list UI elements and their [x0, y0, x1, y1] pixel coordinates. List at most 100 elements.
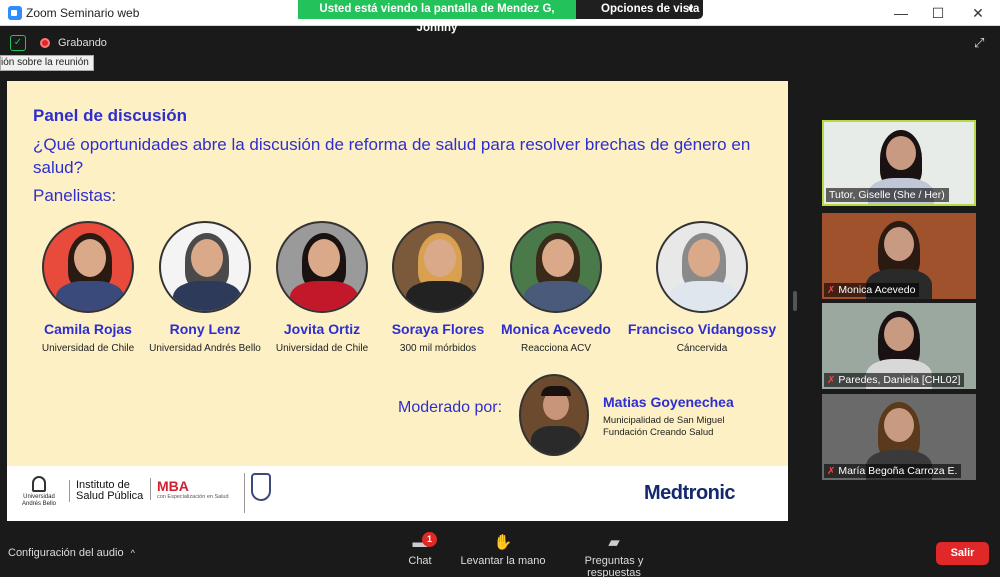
- mic-muted-icon: ✗: [827, 375, 836, 386]
- chat-unread-badge: 1: [422, 532, 437, 547]
- chevron-up-icon: ^: [130, 548, 135, 558]
- raise-hand-button[interactable]: ✋ Levantar la mano: [460, 534, 546, 567]
- mba-logo-text: MBA: [157, 478, 189, 494]
- qa-label: Preguntas y respuestas: [584, 555, 644, 577]
- panelist-card: Francisco Vidangossy Cáncervida: [622, 221, 782, 354]
- participant-name: Tutor, Giselle (She / Her): [829, 189, 945, 201]
- window-title: Zoom Seminario web: [26, 6, 140, 20]
- fullscreen-icon[interactable]: ⤢: [974, 36, 988, 50]
- panelist-name: Monica Acevedo: [501, 321, 611, 337]
- hand-icon: ✋: [493, 534, 513, 551]
- screen-share-banner: Usted está viendo la pantalla de Mendez …: [298, 0, 576, 34]
- audio-settings-button[interactable]: Configuración del audio ^: [8, 547, 135, 559]
- panelist-card: Rony Lenz Universidad Andrés Bello: [140, 221, 270, 354]
- view-options-button[interactable]: Opciones de vista ▼: [576, 0, 703, 19]
- participant-name-tag: Tutor, Giselle (She / Her): [826, 188, 949, 202]
- panelist-org: Universidad de Chile: [275, 343, 369, 354]
- panelist-org: Universidad Andrés Bello: [149, 343, 261, 354]
- recording-icon: [40, 38, 50, 48]
- panelist-photo: [42, 221, 134, 313]
- panelist-photo: [159, 221, 251, 313]
- moderator-photo: [519, 374, 589, 456]
- audio-settings-label: Configuración del audio: [8, 547, 124, 559]
- panelist-body: [56, 281, 124, 311]
- panelist-body: [406, 281, 474, 311]
- panelist-name: Francisco Vidangossy: [627, 321, 777, 337]
- zoom-logo-icon: [8, 6, 22, 20]
- moderator-label: Moderado por:: [398, 399, 503, 416]
- participant-name-tag: ✗ María Begoña Carroza E.: [824, 464, 962, 478]
- mba-logo: MBA con Especialización en Salud: [150, 478, 229, 500]
- qa-button[interactable]: ▰ Preguntas y respuestas: [557, 534, 671, 577]
- maximize-button[interactable]: ☐: [920, 2, 956, 24]
- raise-hand-label: Levantar la mano: [460, 555, 546, 567]
- unab-logo-line2: Andrés Bello: [21, 501, 57, 507]
- participant-name: Paredes, Daniela [CHL02]: [838, 374, 961, 386]
- panelist-org: Reacciona ACV: [520, 343, 592, 354]
- participant-name-tag: ✗ Monica Acevedo: [824, 283, 920, 297]
- unab-logo: Universidad Andrés Bello: [21, 476, 57, 508]
- security-shield-icon[interactable]: ✓: [10, 35, 26, 51]
- panelist-body: [290, 281, 358, 311]
- panelist-name: Rony Lenz: [169, 321, 241, 337]
- participant-face: [884, 317, 914, 351]
- panelist-photo: [510, 221, 602, 313]
- meeting-toolbar: Configuración del audio ^ ▬ Chat ✋ Levan…: [0, 526, 1000, 577]
- mic-muted-icon: ✗: [827, 466, 836, 477]
- panelist-body: [173, 281, 241, 311]
- panelist-card: Camila Rojas Universidad de Chile: [23, 221, 153, 354]
- participant-video-tile[interactable]: Tutor, Giselle (She / Her): [822, 120, 976, 206]
- crest-icon: [251, 473, 271, 501]
- isp-logo: Instituto de Salud Pública: [69, 480, 143, 502]
- moderator-org: Municipalidad de San Miguel Fundación Cr…: [603, 415, 724, 439]
- panelist-face: [191, 239, 223, 277]
- panelist-name: Camila Rojas: [44, 321, 132, 337]
- panelist-face: [424, 239, 456, 277]
- participant-video-tile[interactable]: ✗ Paredes, Daniela [CHL02]: [822, 303, 976, 389]
- qa-bubbles-icon: ▰: [608, 534, 620, 551]
- unab-emblem-icon: [32, 476, 46, 492]
- gallery-resize-handle[interactable]: [793, 291, 797, 311]
- participant-video-tile[interactable]: ✗ Monica Acevedo: [822, 213, 976, 299]
- panelist-photo: [276, 221, 368, 313]
- panelist-card: Monica Acevedo Reacciona ACV: [491, 221, 621, 354]
- panelist-face: [308, 239, 340, 277]
- participant-face: [884, 227, 914, 261]
- leave-button[interactable]: Salir: [936, 542, 989, 565]
- participant-name-tag: ✗ Paredes, Daniela [CHL02]: [824, 373, 965, 387]
- meeting-info-tooltip: ión sobre la reunión: [0, 55, 94, 71]
- panelist-org: Universidad de Chile: [41, 343, 135, 354]
- close-button[interactable]: ✕: [960, 2, 996, 24]
- panelist-face: [74, 239, 106, 277]
- crest-logo: [244, 473, 274, 513]
- slide-question: ¿Qué oportunidades abre la discusión de …: [33, 135, 751, 177]
- slide-title: Panel de discusión: [33, 106, 187, 125]
- panelist-card: Soraya Flores 300 mil mórbidos: [373, 221, 503, 354]
- panelist-photo: [392, 221, 484, 313]
- isp-logo-line2: Salud Pública: [76, 490, 144, 502]
- mic-muted-icon: ✗: [827, 285, 836, 296]
- panelists-label: Panelistas:: [33, 186, 117, 205]
- participant-video-tile[interactable]: ✗ María Begoña Carroza E.: [822, 394, 976, 480]
- panelist-body: [524, 281, 592, 311]
- medtronic-logo: Medtronic: [644, 482, 736, 504]
- slide-footer-logos: Universidad Andrés Bello Instituto de Sa…: [7, 466, 788, 521]
- recording-label: Grabando: [58, 37, 107, 49]
- panelist-name: Jovita Ortiz: [283, 321, 361, 337]
- panelist-org: 300 mil mórbidos: [399, 343, 477, 354]
- chevron-down-icon: ▼: [686, 4, 695, 14]
- window-titlebar: Zoom Seminario web Usted está viendo la …: [0, 0, 1000, 34]
- minimize-button[interactable]: —: [883, 2, 919, 24]
- panelist-face: [688, 239, 720, 277]
- unab-logo-line1: Universidad: [23, 494, 55, 500]
- panelist-card: Jovita Ortiz Universidad de Chile: [257, 221, 387, 354]
- moderator-org-line1: Municipalidad de San Miguel: [603, 415, 725, 426]
- panelist-org: Cáncervida: [676, 343, 728, 354]
- shared-screen: Panel de discusión ¿Qué oportunidades ab…: [7, 81, 788, 521]
- participant-face: [884, 408, 914, 442]
- panelist-body: [670, 281, 738, 311]
- participant-name: Monica Acevedo: [838, 284, 916, 296]
- panelist-face: [542, 239, 574, 277]
- panelist-photo: [656, 221, 748, 313]
- moderator-name: Matias Goyenechea: [603, 394, 734, 410]
